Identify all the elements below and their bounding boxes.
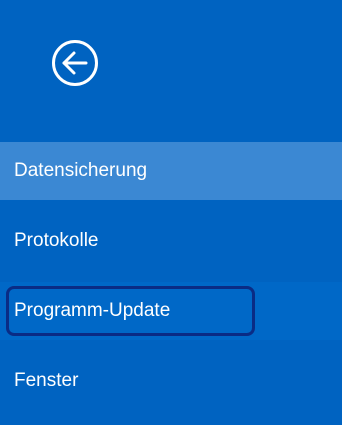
- nav-item-label: Fenster: [14, 370, 79, 391]
- backstage-panel: Datensicherung Protokolle Programm-Updat…: [0, 0, 342, 425]
- nav-menu: Datensicherung Protokolle Programm-Updat…: [0, 142, 342, 422]
- back-button[interactable]: [52, 40, 98, 86]
- nav-item-label: Datensicherung: [14, 160, 148, 181]
- nav-item-programm-update[interactable]: Programm-Update: [0, 282, 342, 340]
- arrow-left-icon: [62, 51, 88, 75]
- nav-item-datensicherung[interactable]: Datensicherung: [0, 142, 342, 200]
- nav-item-label: Protokolle: [14, 230, 99, 251]
- nav-item-label: Programm-Update: [14, 300, 171, 321]
- nav-item-fenster[interactable]: Fenster: [0, 352, 342, 410]
- nav-item-protokolle[interactable]: Protokolle: [0, 212, 342, 270]
